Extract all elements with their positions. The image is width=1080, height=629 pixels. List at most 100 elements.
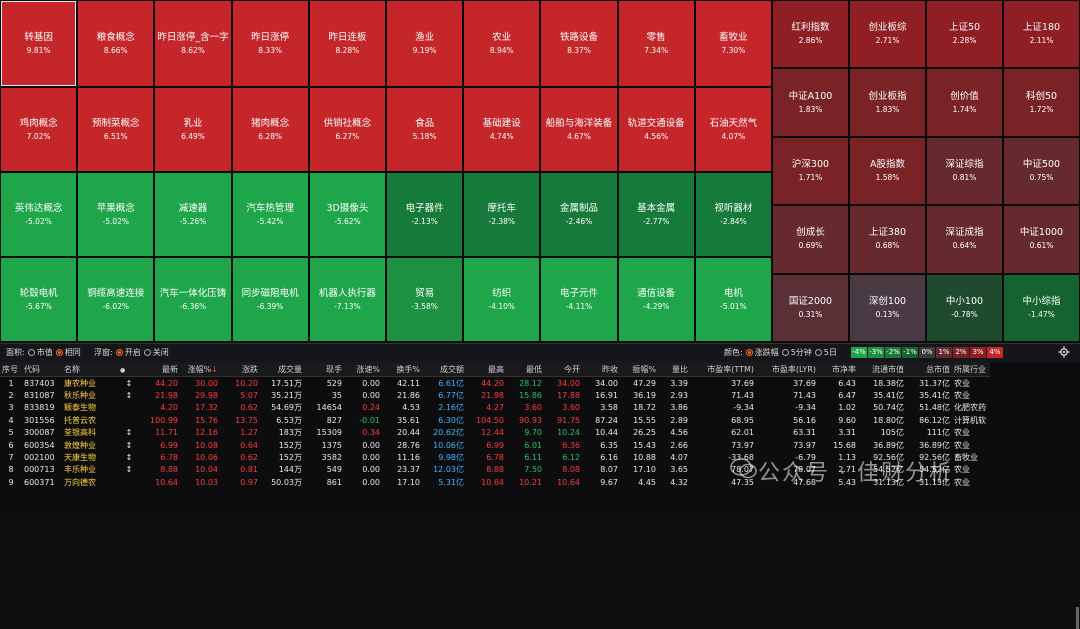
sector-tile[interactable]: 猪肉概念 6.28% [231,87,309,172]
sector-tile[interactable]: 乳业 6.49% [154,87,232,172]
sector-tile[interactable]: 食品 5.18% [386,87,464,172]
index-tile[interactable]: 中小综指 -1.47% [1003,273,1080,342]
sector-tile[interactable]: 昨日涨停_含一字 8.62% [154,0,232,87]
index-tile[interactable]: 创成长 0.69% [772,205,849,274]
index-tile[interactable]: 创价值 1.74% [926,68,1003,137]
column-header[interactable]: 最低 [506,362,544,377]
index-tile[interactable]: 创业板综 2.71% [849,0,926,69]
sector-tile[interactable]: 昨日涨停 8.33% [231,0,309,87]
index-tile[interactable]: 上证50 2.28% [926,0,1003,69]
area-option-equal[interactable]: 相同 [65,347,81,358]
column-header[interactable]: 最高 [466,362,506,377]
sector-tile[interactable]: 畜牧业 7.30% [694,0,772,87]
column-header[interactable]: 流通市值 [858,362,906,377]
table-row[interactable]: 3 833819 颖泰生物 4.20 17.32 0.62 54.69万 14654 0.24 4… [0,402,990,414]
column-header[interactable]: 涨跌 [220,362,260,377]
index-tile[interactable]: 中证1000 0.61% [1003,205,1080,274]
index-tile[interactable]: 上证380 0.68% [849,205,926,274]
float-radio-off[interactable] [143,349,151,356]
index-tile[interactable]: 上证180 2.11% [1003,0,1080,69]
color-option-5min[interactable]: 5分钟 [791,347,812,358]
sector-tile[interactable]: 摩托车 -2.38% [463,172,541,257]
sector-tile[interactable]: 铁路设备 8.37% [540,0,618,87]
table-row[interactable]: 5 300087 荃银高科 ↕ 11.71 12.16 1.27 183万 15309 0.34 2… [0,427,990,439]
color-option-5day[interactable]: 5日 [824,347,837,358]
sector-tile[interactable]: 汽车一体化压铸 -6.36% [154,257,232,342]
column-header[interactable]: 成交量 [260,362,304,377]
column-header[interactable]: 最新 [140,362,180,377]
index-tile[interactable]: 科创50 1.72% [1003,68,1080,137]
sector-tile[interactable]: 电子器件 -2.13% [386,172,464,257]
sector-tile[interactable]: 3D摄像头 -5.62% [308,172,386,257]
sector-tile[interactable]: 船舶与海洋装备 4.67% [540,87,618,172]
sector-tile[interactable]: 农业 8.94% [463,0,541,87]
sector-tile[interactable]: 轨道交通设备 4.56% [617,87,695,172]
sector-tile[interactable]: 机器人执行器 -7.13% [308,257,386,342]
sector-tile[interactable]: 零售 7.34% [617,0,695,87]
settings-icon[interactable] [1058,346,1070,358]
column-header[interactable]: 现手 [304,362,344,377]
index-tile[interactable]: 中证A100 1.83% [772,68,849,137]
column-header[interactable]: 序号 [0,362,22,377]
sector-tile[interactable]: 粮食概念 8.66% [77,0,155,87]
sector-tile[interactable]: 基本金属 -2.77% [617,172,695,257]
column-header[interactable]: 涨速% [344,362,382,377]
sector-tile[interactable]: 汽车热管理 -5.42% [231,172,309,257]
index-tile[interactable]: 创业板指 1.83% [849,68,926,137]
column-header[interactable]: 总市值 [906,362,952,377]
table-row[interactable]: 4 301556 托普云农 100.99 15.76 13.75 6.53万 827 -0.01… [0,414,990,426]
sector-tile[interactable]: 电子元件 -4.11% [540,257,618,342]
vertical-scrollbar[interactable] [1076,607,1079,629]
index-tile[interactable]: 中小100 -0.78% [926,273,1003,342]
table-row[interactable]: 2 831087 秋乐种业 ↕ 21.98 29.98 5.07 35.21万 35 0.00 21… [0,389,990,401]
sector-tile[interactable]: 轮毂电机 -5.67% [0,257,78,342]
sector-tile[interactable]: 石油天然气 4.07% [694,87,772,172]
sector-tile[interactable]: 纺织 -4.10% [463,257,541,342]
index-tile[interactable]: 深证综指 0.81% [926,136,1003,206]
column-header[interactable]: 名称 [62,362,118,377]
float-option-off[interactable]: 关闭 [153,347,169,358]
column-header[interactable]: 市盈率(TTM) [690,362,756,377]
column-header[interactable]: 市净率 [818,362,858,377]
color-radio-5day[interactable] [814,349,822,356]
sector-tile[interactable]: 减速器 -5.26% [154,172,232,257]
sector-tile[interactable]: 鸡肉概念 7.02% [0,87,78,172]
column-header[interactable]: 成交额 [422,362,466,377]
sector-tile[interactable]: 同步磁阻电机 -6.39% [231,257,309,342]
sector-tile[interactable]: 铜缆高速连接 -6.02% [77,257,155,342]
sector-tile[interactable]: 苹果概念 -5.02% [77,172,155,257]
table-row[interactable]: 1 837403 康农种业 ↕ 44.20 30.00 10.20 17.51万 529 0.00… [0,377,990,390]
sector-tile[interactable]: 预制菜概念 6.51% [77,87,155,172]
sector-tile[interactable]: 基础建设 4.74% [463,87,541,172]
index-tile[interactable]: A股指数 1.58% [849,136,926,206]
sector-tile[interactable]: 贸易 -3.58% [386,257,464,342]
column-header[interactable]: 量比 [658,362,690,377]
index-tile[interactable]: 中证500 0.75% [1003,136,1080,206]
sector-tile[interactable]: 转基因 9.81% [0,0,78,87]
column-header[interactable]: 所属行业 [952,362,990,377]
sector-tile[interactable]: 电机 -5.01% [694,257,772,342]
sector-tile[interactable]: 供销社概念 6.27% [308,87,386,172]
color-radio-change[interactable] [745,349,753,356]
area-radio-marketcap[interactable] [27,349,35,356]
column-header[interactable]: 今开 [544,362,582,377]
sector-tile[interactable]: 昨日连板 8.28% [308,0,386,87]
column-header[interactable]: 代码 [22,362,62,377]
index-tile[interactable]: 深证成指 0.64% [926,205,1003,274]
index-tile[interactable]: 国证2000 0.31% [772,273,849,342]
column-header[interactable]: 市盈率(LYR) [756,362,818,377]
index-tile[interactable]: 红利指数 2.86% [772,0,849,69]
column-header[interactable]: ● [118,362,140,377]
table-row[interactable]: 6 600354 敦煌种业 ↕ 6.99 10.08 0.64 152万 1375 0.00 28.… [0,439,990,451]
sector-tile[interactable]: 英伟达概念 -5.02% [0,172,78,257]
sector-tile[interactable]: 金属制品 -2.46% [540,172,618,257]
sector-tile[interactable]: 视听器材 -2.84% [694,172,772,257]
column-header[interactable]: 涨幅%↓ [180,362,220,377]
float-option-on[interactable]: 开启 [125,347,141,358]
color-option-change[interactable]: 涨跌幅 [755,347,779,358]
area-radio-equal[interactable] [55,349,63,356]
column-header[interactable]: 振幅% [620,362,658,377]
sector-tile[interactable]: 渔业 9.19% [386,0,464,87]
index-tile[interactable]: 沪深300 1.71% [772,136,849,206]
sector-tile[interactable]: 通信设备 -4.29% [617,257,695,342]
